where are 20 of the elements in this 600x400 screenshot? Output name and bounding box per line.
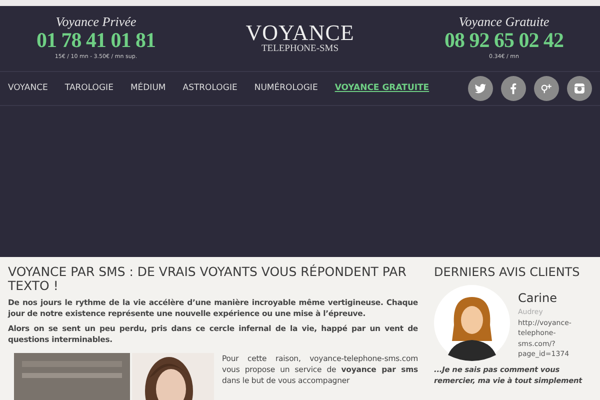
nav-link[interactable]: NUMÉROLOGIE <box>254 82 318 95</box>
phone-title: Voyance Gratuite <box>458 15 550 29</box>
nav-link[interactable]: VOYANCE <box>8 82 48 95</box>
social-button[interactable] <box>567 76 592 101</box>
social-button[interactable] <box>501 76 526 101</box>
avatar-icon <box>434 285 510 362</box>
phone-title: Voyance Privée <box>54 15 138 29</box>
phone-number: 01 78 41 01 81 <box>36 29 156 52</box>
nav-link[interactable]: VOYANCE GRATUITE <box>334 82 430 95</box>
nav-link[interactable]: MÉDIUM <box>130 82 166 95</box>
logo-title[interactable]: VOYANCE <box>246 22 354 42</box>
article-title: VOYANCE PAR SMS : DE VRAIS VOYANTS VOUS RÉPONDENT PAR TEXTO ! <box>8 265 408 293</box>
nav-link[interactable]: ASTROLOGIE <box>182 82 238 95</box>
social-button[interactable] <box>468 76 493 101</box>
logo-subtitle: TELEPHONE-SMS <box>260 42 340 54</box>
nav-link[interactable]: TAROLOGIE <box>64 82 114 95</box>
phone-number: 08 92 65 02 42 <box>444 29 564 52</box>
social-button[interactable] <box>534 76 559 101</box>
sidebar-title: DERNIERS AVIS CLIENTS <box>434 265 581 280</box>
reviewer-name: Carine <box>518 290 558 308</box>
